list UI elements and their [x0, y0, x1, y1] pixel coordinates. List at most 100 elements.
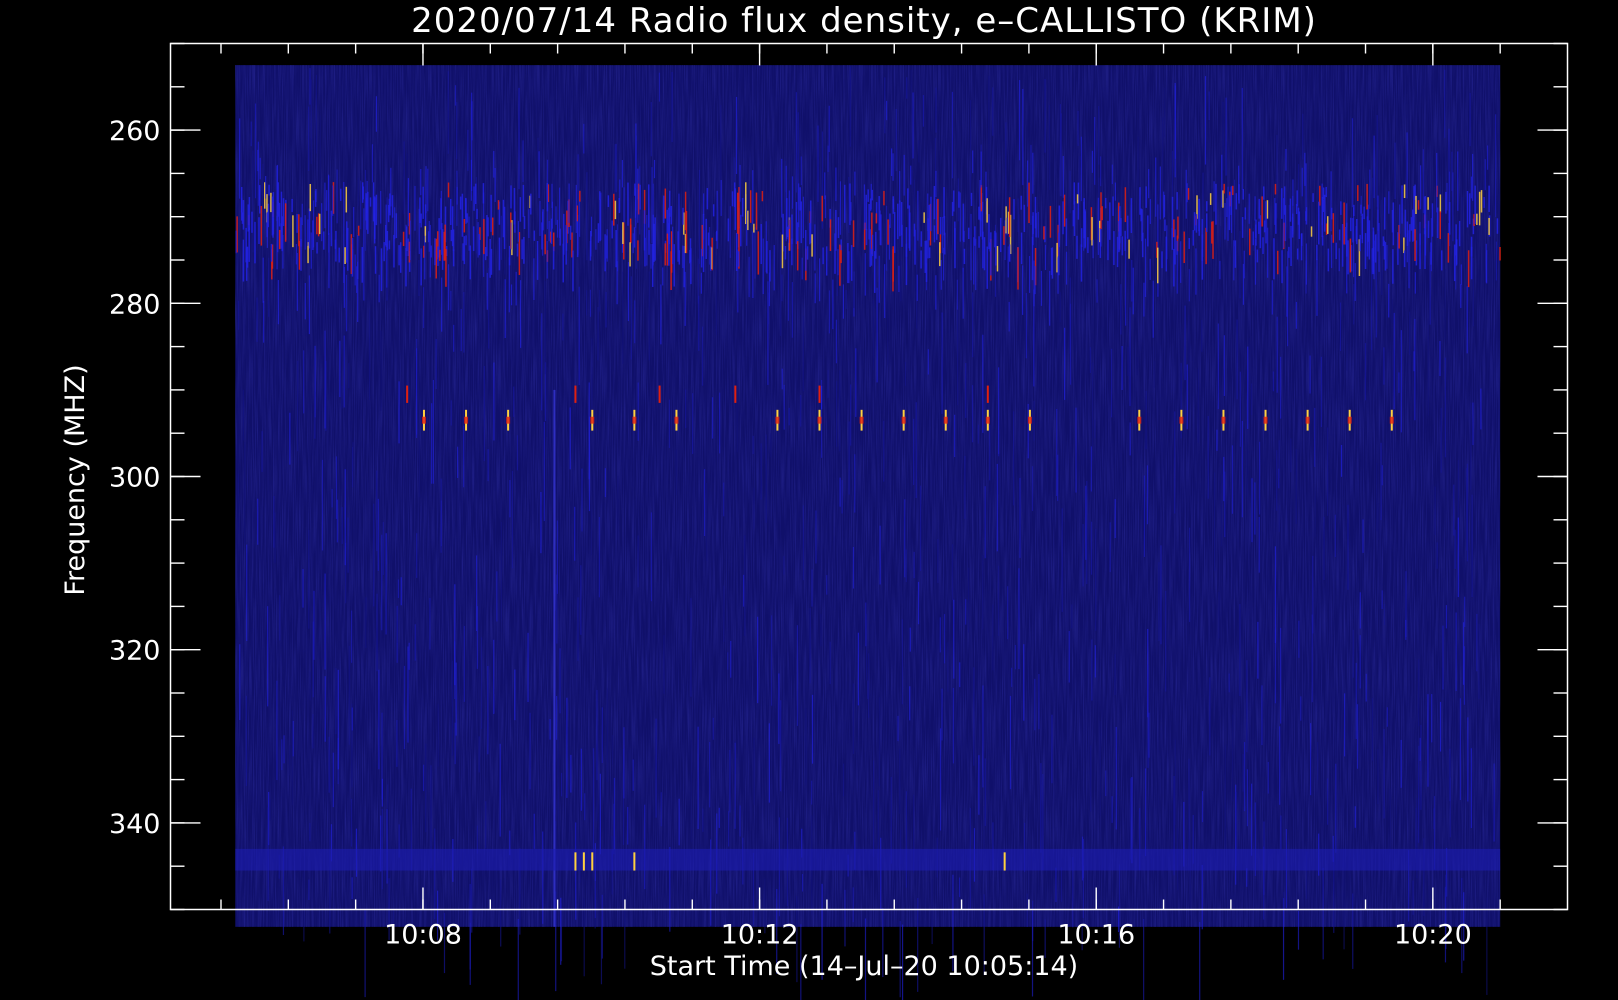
noise-streak — [324, 676, 326, 742]
noise-streak — [1444, 357, 1446, 458]
noise-streak — [1422, 149, 1424, 214]
band-streak — [835, 167, 837, 202]
noise-streak — [1454, 529, 1456, 569]
burst-mark — [1305, 416, 1310, 424]
noise-streak — [262, 163, 264, 197]
band-streak — [1028, 255, 1031, 293]
band-streak — [1480, 190, 1483, 213]
noise-streak — [1295, 449, 1297, 525]
band-streak — [474, 183, 477, 205]
noise-streak — [1164, 87, 1166, 137]
band-streak — [720, 180, 722, 216]
noise-streak — [1114, 654, 1116, 695]
noise-streak — [478, 736, 480, 773]
noise-streak — [1347, 504, 1349, 590]
noise-streak — [509, 480, 511, 518]
band-streak — [1285, 148, 1287, 171]
band-streak — [483, 218, 485, 255]
band-streak — [837, 217, 840, 239]
band-streak — [575, 184, 577, 234]
noise-streak — [315, 74, 318, 154]
noise-streak — [698, 295, 700, 351]
band-streak — [805, 230, 807, 271]
noise-streak — [911, 169, 913, 189]
band-streak — [611, 220, 613, 239]
band-streak — [1176, 240, 1178, 255]
noise-streak — [350, 610, 353, 663]
band-streak — [516, 243, 519, 257]
band-streak — [887, 219, 889, 245]
noise-streak — [969, 100, 972, 199]
band-streak — [1296, 190, 1298, 207]
band-streak — [282, 198, 285, 227]
noise-streak — [1202, 172, 1204, 227]
noise-streak — [274, 512, 276, 563]
noise-streak — [493, 693, 495, 714]
band-streak — [387, 205, 390, 223]
band-streak — [258, 217, 260, 245]
noise-streak — [1033, 400, 1035, 441]
band-streak — [986, 198, 988, 223]
noise-streak — [605, 291, 607, 328]
noise-streak — [905, 549, 907, 583]
band-streak — [472, 226, 475, 252]
band-streak — [1415, 240, 1418, 266]
noise-streak — [1280, 815, 1282, 850]
band-streak — [990, 232, 992, 276]
band-streak — [1439, 194, 1442, 213]
band-streak — [1262, 186, 1265, 200]
band-streak — [248, 227, 250, 262]
y-tick-label: 340 — [109, 809, 161, 840]
band-streak — [1323, 194, 1326, 232]
band-streak — [469, 245, 472, 280]
noise-streak — [1494, 114, 1497, 217]
chart-title: 2020/07/14 Radio flux density, e–CALLIST… — [411, 1, 1317, 41]
band-streak — [1241, 217, 1244, 238]
band-streak — [1007, 246, 1009, 278]
band-streak — [1476, 213, 1478, 225]
band-streak — [630, 224, 632, 244]
band-streak — [824, 172, 826, 200]
band-streak — [1205, 227, 1207, 265]
band-streak — [318, 213, 321, 235]
noise-streak — [588, 416, 591, 512]
band-streak — [668, 223, 670, 236]
noise-streak — [592, 748, 595, 852]
noise-streak — [1246, 660, 1248, 753]
band-streak — [985, 171, 987, 202]
band-streak — [1192, 230, 1194, 246]
noise-streak — [1457, 517, 1459, 598]
band-streak — [414, 185, 416, 231]
noise-streak — [1280, 356, 1282, 419]
secondary-mark — [658, 385, 661, 403]
band-streak — [558, 187, 561, 238]
noise-streak — [648, 271, 650, 361]
band-streak — [1301, 167, 1303, 197]
band-streak — [308, 275, 310, 335]
noise-streak — [1225, 97, 1227, 176]
noise-streak — [544, 281, 546, 375]
noise-streak — [309, 671, 311, 701]
band-streak — [1427, 197, 1429, 210]
noise-streak — [917, 581, 920, 625]
band-streak — [795, 201, 798, 245]
band-streak — [292, 215, 294, 248]
band-streak — [848, 251, 850, 284]
noise-streak — [1376, 115, 1378, 207]
noise-streak — [586, 290, 588, 316]
noise-streak — [360, 180, 362, 230]
noise-streak — [1472, 402, 1474, 446]
band-streak — [1312, 193, 1314, 202]
band-streak — [664, 243, 666, 266]
noise-streak — [577, 597, 579, 661]
noise-streak — [435, 339, 437, 390]
noise-streak — [637, 382, 639, 441]
noise-streak — [702, 808, 704, 832]
noise-streak — [276, 680, 278, 781]
noise-streak — [739, 805, 741, 837]
band-streak — [296, 253, 298, 311]
noise-streak — [500, 879, 502, 947]
band-streak — [898, 265, 900, 293]
noise-streak — [514, 669, 516, 721]
spectrogram-heatmap — [235, 65, 1501, 1000]
